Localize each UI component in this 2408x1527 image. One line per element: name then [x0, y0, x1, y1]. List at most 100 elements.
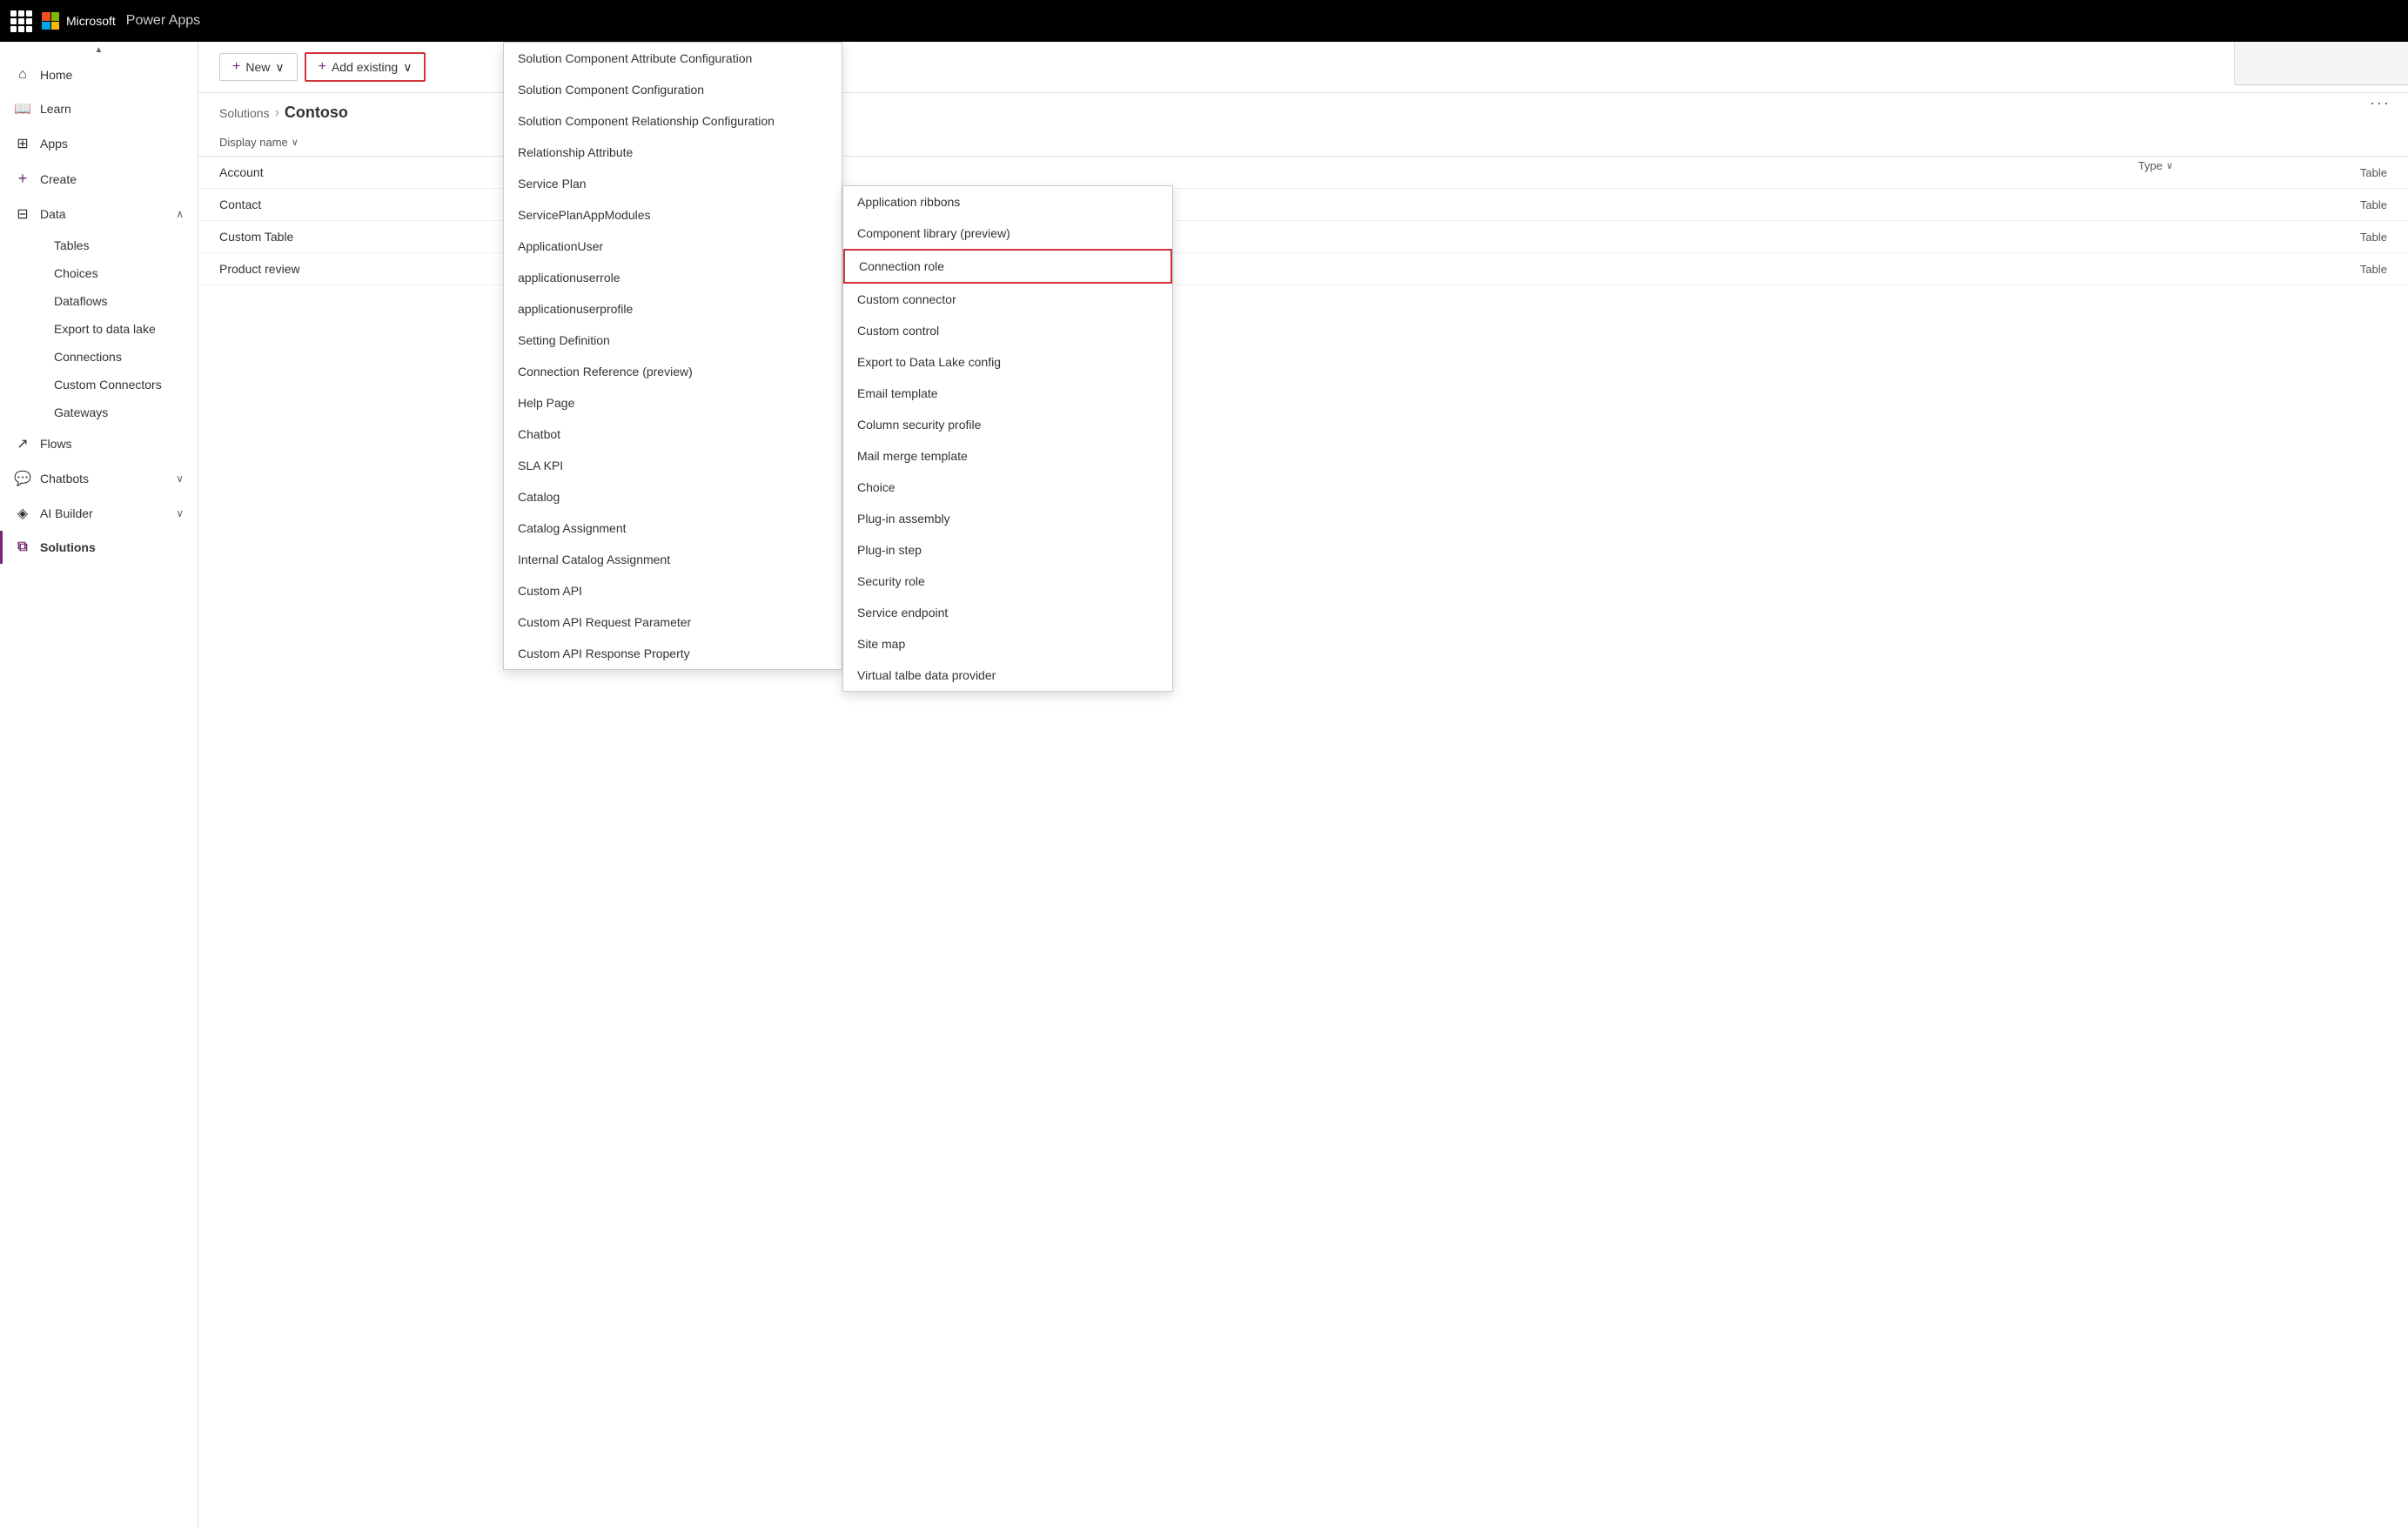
item-label: Relationship Attribute [518, 145, 633, 159]
sidebar-item-data[interactable]: ⊟ Data ∧ [0, 197, 198, 231]
dropdown-item[interactable]: Custom API [504, 575, 842, 606]
dropdown-item[interactable]: Mail merge template [843, 440, 1172, 472]
dropdown-item[interactable]: Relationship Attribute [504, 137, 842, 168]
type-sort-icon: ∨ [2166, 160, 2173, 171]
sidebar-item-choices[interactable]: Choices [40, 259, 198, 287]
item-label: SLA KPI [518, 459, 563, 472]
sidebar-item-gateways[interactable]: Gateways [40, 398, 198, 426]
right-panel-more[interactable]: ··· [2370, 94, 2391, 112]
item-label: Email template [857, 386, 938, 400]
topbar: Microsoft Power Apps [0, 0, 2408, 42]
item-label: Chatbot [518, 427, 560, 441]
sidebar-item-custom-connectors[interactable]: Custom Connectors [40, 371, 198, 398]
dropdown-item[interactable]: applicationuserrole [504, 262, 842, 293]
item-label: ApplicationUser [518, 239, 603, 253]
custom-connectors-label: Custom Connectors [54, 378, 162, 392]
create-icon: + [14, 170, 31, 188]
dropdown-item[interactable]: Custom connector [843, 284, 1172, 315]
display-name-label: Display name [219, 136, 288, 149]
sidebar-item-ai-builder[interactable]: ◈ AI Builder ∨ [0, 496, 198, 531]
new-chevron-icon: ∨ [275, 60, 284, 75]
sidebar-item-dataflows[interactable]: Dataflows [40, 287, 198, 315]
dropdown-item[interactable]: Internal Catalog Assignment [504, 544, 842, 575]
dropdown-item-connection-role[interactable]: Connection role [843, 249, 1172, 284]
add-existing-label: Add existing [332, 60, 398, 74]
sidebar-item-apps[interactable]: ⊞ Apps [0, 126, 198, 161]
dropdown-item[interactable]: Application ribbons [843, 186, 1172, 218]
type-col-header[interactable]: Type ∨ [2138, 159, 2173, 172]
sidebar-item-flows[interactable]: ↗ Flows [0, 426, 198, 461]
dropdown-menu-2[interactable]: Application ribbons Component library (p… [842, 185, 1173, 692]
dropdown-item[interactable]: Site map [843, 628, 1172, 660]
sidebar-item-export[interactable]: Export to data lake [40, 315, 198, 343]
dropdown-item[interactable]: Custom control [843, 315, 1172, 346]
row-type: Table [2317, 166, 2387, 179]
dropdown-item[interactable]: applicationuserprofile [504, 293, 842, 325]
dropdown-item[interactable]: Custom API Response Property [504, 638, 842, 669]
dropdown-item[interactable]: Export to Data Lake config [843, 346, 1172, 378]
ms-logo-squares [42, 12, 59, 30]
dropdown-item[interactable]: Help Page [504, 387, 842, 419]
sidebar-item-connections[interactable]: Connections [40, 343, 198, 371]
item-label: Service endpoint [857, 606, 948, 620]
chatbots-icon: 💬 [14, 470, 31, 487]
learn-icon: 📖 [14, 100, 31, 117]
sidebar-item-learn[interactable]: 📖 Learn [0, 91, 198, 126]
waffle-menu[interactable] [10, 10, 31, 31]
home-icon: ⌂ [14, 67, 31, 83]
add-existing-button[interactable]: + Add existing ∨ [305, 52, 426, 82]
breadcrumb-separator: › [275, 105, 279, 121]
sidebar-item-label: Learn [40, 102, 71, 116]
dropdown-item[interactable]: ApplicationUser [504, 231, 842, 262]
dropdown-item[interactable]: Custom API Request Parameter [504, 606, 842, 638]
row-type: Table [2317, 198, 2387, 211]
item-label: Solution Component Attribute Configurati… [518, 51, 752, 65]
chevron-up-icon: ∧ [176, 208, 184, 220]
flows-icon: ↗ [14, 435, 31, 452]
add-chevron-icon: ∨ [403, 60, 412, 75]
main-content: + New ∨ + Add existing ∨ Solutions › Con… [198, 42, 2408, 1527]
export-label: Export to data lake [54, 322, 156, 336]
dropdown-item[interactable]: Column security profile [843, 409, 1172, 440]
dropdown-item[interactable]: Connection Reference (preview) [504, 356, 842, 387]
dropdown-item[interactable]: SLA KPI [504, 450, 842, 481]
sidebar-scroll-up[interactable]: ▲ [0, 42, 198, 58]
new-button-label: New [245, 60, 270, 74]
item-label: applicationuserprofile [518, 302, 633, 316]
sidebar-item-home[interactable]: ⌂ Home [0, 58, 198, 91]
breadcrumb-parent[interactable]: Solutions [219, 106, 270, 120]
dropdown-item[interactable]: Service Plan [504, 168, 842, 199]
dropdown-item[interactable]: Virtual talbe data provider [843, 660, 1172, 691]
dropdown-item[interactable]: Component library (preview) [843, 218, 1172, 249]
item-label: Custom connector [857, 292, 956, 306]
item-label: Custom API [518, 584, 582, 598]
dropdown-item[interactable]: Catalog [504, 481, 842, 512]
dropdown-menu-1[interactable]: Solution Component Attribute Configurati… [503, 42, 842, 670]
dropdown-item[interactable]: Service endpoint [843, 597, 1172, 628]
sidebar-item-solutions[interactable]: ⧉ Solutions [0, 531, 198, 564]
dropdown-item[interactable]: Security role [843, 566, 1172, 597]
dropdown-item[interactable]: Choice [843, 472, 1172, 503]
brand-name: Power Apps [126, 13, 200, 29]
dropdown-item[interactable]: Plug-in step [843, 534, 1172, 566]
sidebar-item-create[interactable]: + Create [0, 161, 198, 197]
sidebar-item-chatbots[interactable]: 💬 Chatbots ∨ [0, 461, 198, 496]
dropdown-item[interactable]: Email template [843, 378, 1172, 409]
dropdown-item[interactable]: Chatbot [504, 419, 842, 450]
dropdown-item[interactable]: Solution Component Relationship Configur… [504, 105, 842, 137]
item-label: ServicePlanAppModules [518, 208, 651, 222]
dropdown-item[interactable]: Solution Component Configuration [504, 74, 842, 105]
sidebar-item-tables[interactable]: Tables [40, 231, 198, 259]
display-name-header[interactable]: Display name ∨ [219, 136, 298, 149]
tables-label: Tables [54, 238, 89, 252]
dropdown-item[interactable]: Plug-in assembly [843, 503, 1172, 534]
dropdown-item[interactable]: Catalog Assignment [504, 512, 842, 544]
dropdown-item[interactable]: ServicePlanAppModules [504, 199, 842, 231]
new-button[interactable]: + New ∨ [219, 53, 298, 81]
item-label: Catalog [518, 490, 560, 504]
dropdown-item[interactable]: Setting Definition [504, 325, 842, 356]
dropdown-item[interactable]: Solution Component Attribute Configurati… [504, 43, 842, 74]
new-plus-icon: + [232, 59, 240, 75]
item-label: Solution Component Relationship Configur… [518, 114, 775, 128]
data-submenu: Tables Choices Dataflows Export to data … [0, 231, 198, 426]
